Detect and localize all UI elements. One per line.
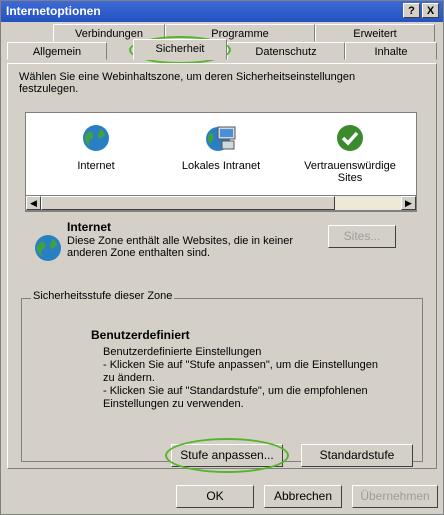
security-level-description: Benutzerdefinierte Einstellungen - Klick… xyxy=(103,346,378,411)
zone-label-intranet: Lokales Intranet xyxy=(181,160,261,172)
title-bar[interactable]: Internetoptionen ? X xyxy=(1,1,443,22)
globe-icon xyxy=(83,125,109,151)
scroll-thumb[interactable] xyxy=(41,196,335,210)
window-title: Internetoptionen xyxy=(6,4,101,18)
intro-line-1: Wählen Sie eine Webinhaltszone, um deren… xyxy=(19,71,356,83)
security-level-group-label: Sicherheitsstufe dieser Zone xyxy=(31,290,175,302)
zone-label-internet: Internet xyxy=(77,160,115,172)
security-desc-line-3: zu ändern. xyxy=(103,372,155,384)
zone-info-line-1: Diese Zone enthält alle Websites, die in… xyxy=(67,235,294,247)
zone-info-title: Internet xyxy=(67,220,112,234)
zone-trusted-sites[interactable]: Vertrauenswürdige Sites xyxy=(288,123,412,184)
internet-options-dialog: Internetoptionen ? X Verbindungen Progra… xyxy=(0,0,444,515)
scroll-left-arrow-icon[interactable]: ◀ xyxy=(26,196,41,210)
security-desc-line-1: Benutzerdefinierte Einstellungen xyxy=(103,346,262,358)
cancel-button[interactable]: Abbrechen xyxy=(264,485,342,508)
close-button[interactable]: X xyxy=(422,3,439,18)
tab-inhalte[interactable]: Inhalte xyxy=(345,42,437,60)
intranet-icon xyxy=(206,126,236,151)
scroll-right-arrow-icon[interactable]: ▶ xyxy=(401,196,416,210)
intro-line-2: festzulegen. xyxy=(19,83,79,95)
zone-local-intranet[interactable]: Lokales Intranet xyxy=(166,123,276,172)
apply-button[interactable]: Übernehmen xyxy=(352,485,438,508)
help-button[interactable]: ? xyxy=(403,3,420,18)
intro-text: Wählen Sie eine Webinhaltszone, um deren… xyxy=(19,71,355,95)
zone-info-line-2: anderen Zone enthalten sind. xyxy=(67,247,211,259)
default-level-button[interactable]: Standardstufe xyxy=(301,444,413,467)
zone-info-description: Diese Zone enthält alle Websites, die in… xyxy=(67,235,293,259)
tab-erweitert[interactable]: Erweitert xyxy=(315,24,435,42)
tab-sicherheit[interactable]: Sicherheit xyxy=(133,39,227,60)
tab-datenschutz[interactable]: Datenschutz xyxy=(227,42,345,60)
zone-label-trusted-2: Sites xyxy=(337,172,363,184)
ok-button[interactable]: OK xyxy=(176,485,254,508)
globe-icon xyxy=(35,235,61,261)
security-desc-line-4: - Klicken Sie auf "Standardstufe", um di… xyxy=(103,385,368,397)
security-desc-line-2: - Klicken Sie auf "Stufe anpassen", um d… xyxy=(103,359,379,371)
zone-list-scrollbar[interactable]: ◀ ▶ xyxy=(25,195,417,211)
zone-label-trusted-1: Vertrauenswürdige xyxy=(304,160,396,172)
custom-level-button[interactable]: Stufe anpassen... xyxy=(171,444,283,467)
tab-allgemein[interactable]: Allgemein xyxy=(7,42,107,60)
checkmark-icon xyxy=(337,125,363,151)
sites-button[interactable]: Sites... xyxy=(328,225,396,248)
security-level-title: Benutzerdefiniert xyxy=(91,328,190,342)
security-desc-line-5: Einstellungen zu verwenden. xyxy=(103,398,244,410)
zone-internet[interactable]: Internet xyxy=(46,123,146,172)
